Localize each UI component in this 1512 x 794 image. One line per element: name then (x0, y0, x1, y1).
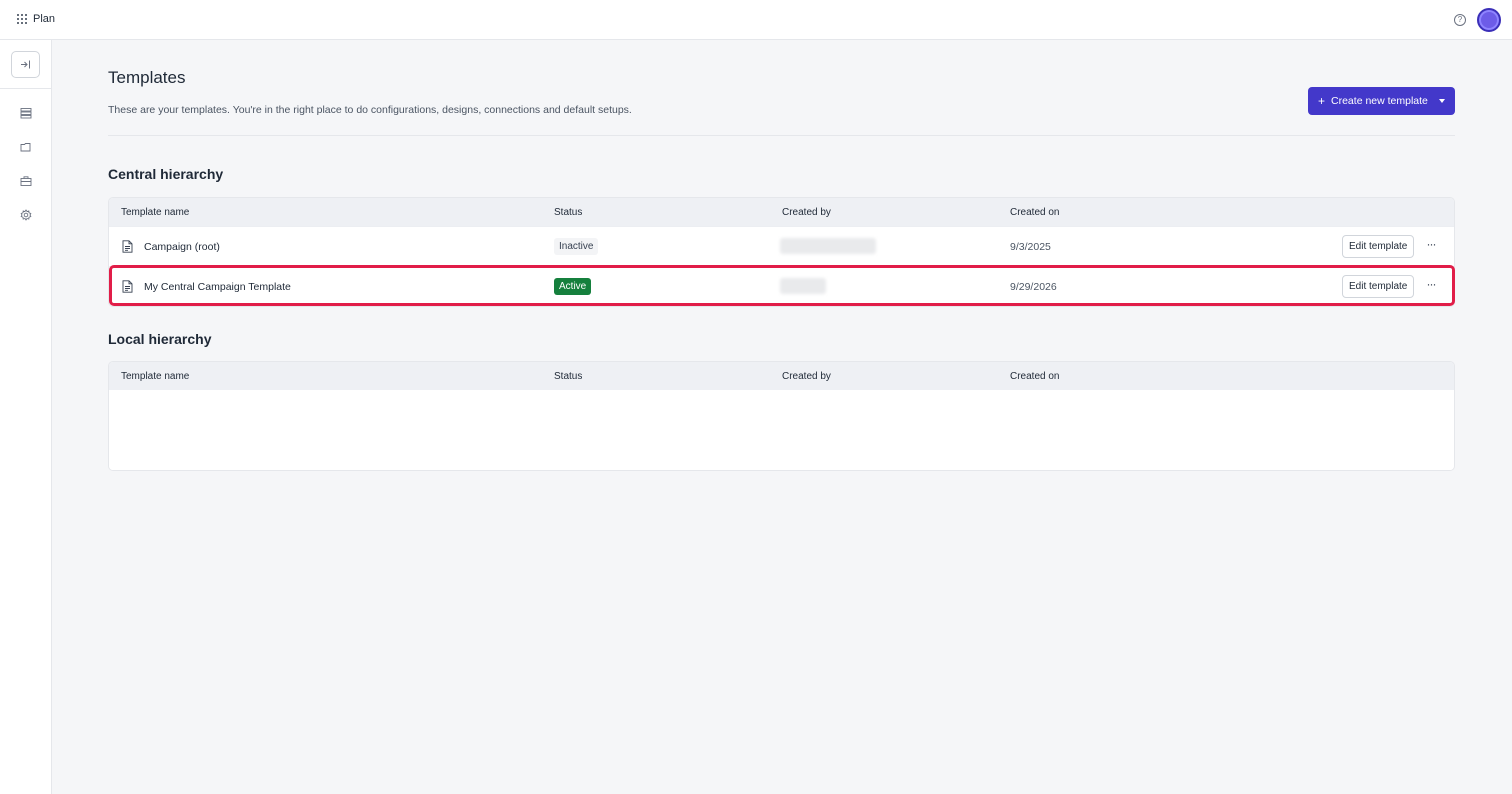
plus-icon: + (1318, 94, 1326, 108)
header-divider (108, 135, 1455, 136)
more-options-icon[interactable]: ··· (1423, 277, 1439, 295)
caret-down-icon[interactable] (1439, 99, 1445, 103)
column-header-template-name: Template name (121, 207, 190, 218)
table-row[interactable]: Campaign (root) Inactive 9/3/2025 Edit t… (109, 226, 1454, 266)
column-header-created-on: Created on (1010, 207, 1060, 218)
created-by-redacted (780, 238, 876, 254)
edit-template-button[interactable]: Edit template (1342, 235, 1415, 258)
sidebar-item-list[interactable] (19, 106, 32, 119)
document-icon (122, 280, 133, 293)
create-new-template-label: Create new template (1331, 95, 1428, 107)
page-subtitle: These are your templates. You're in the … (108, 104, 632, 116)
document-icon (122, 240, 133, 253)
avatar[interactable] (1477, 8, 1501, 32)
status-badge: Inactive (554, 238, 599, 255)
briefcase-icon (20, 175, 31, 186)
sidebar-divider (0, 88, 51, 89)
sidebar-item-folder[interactable] (19, 140, 32, 153)
table-row[interactable]: My Central Campaign Template Active 9/29… (109, 266, 1454, 306)
created-on-date: 9/3/2025 (1010, 241, 1051, 253)
column-header-template-name: Template name (121, 371, 190, 382)
top-bar: Plan ? (0, 0, 1512, 40)
column-header-created-by: Created by (782, 371, 831, 382)
local-hierarchy-table: Template name Status Created by Created … (108, 361, 1455, 471)
list-icon (20, 107, 31, 118)
created-on-date: 9/29/2026 (1010, 281, 1057, 293)
created-by-redacted (780, 278, 826, 294)
sidebar-item-briefcase[interactable] (19, 174, 32, 187)
expand-sidebar-button[interactable] (11, 51, 40, 78)
edit-template-button[interactable]: Edit template (1342, 275, 1415, 298)
table-header: Template name Status Created by Created … (109, 362, 1454, 390)
sidebar (0, 40, 52, 794)
page-title: Templates (108, 68, 186, 87)
status-badge: Active (554, 278, 592, 295)
help-icon[interactable]: ? (1454, 14, 1466, 26)
local-hierarchy-title: Local hierarchy (108, 331, 212, 347)
app-launcher-grid-icon[interactable] (17, 14, 29, 26)
column-header-created-on: Created on (1010, 371, 1060, 382)
gear-icon (20, 208, 31, 221)
table-header: Template name Status Created by Created … (109, 198, 1454, 226)
folder-icon (20, 142, 30, 151)
arrow-right-to-line-icon (21, 60, 30, 69)
sidebar-item-settings[interactable] (19, 208, 32, 221)
central-hierarchy-table: Template name Status Created by Created … (108, 197, 1455, 307)
more-options-icon[interactable]: ··· (1423, 237, 1439, 255)
template-name[interactable]: My Central Campaign Template (144, 281, 291, 293)
app-name: Plan (33, 13, 56, 25)
column-header-status: Status (554, 207, 583, 218)
create-new-template-button[interactable]: + Create new template (1308, 87, 1455, 115)
template-name[interactable]: Campaign (root) (144, 241, 220, 253)
column-header-status: Status (554, 371, 583, 382)
central-hierarchy-title: Central hierarchy (108, 166, 224, 182)
empty-table-body (109, 390, 1454, 470)
column-header-created-by: Created by (782, 207, 831, 218)
